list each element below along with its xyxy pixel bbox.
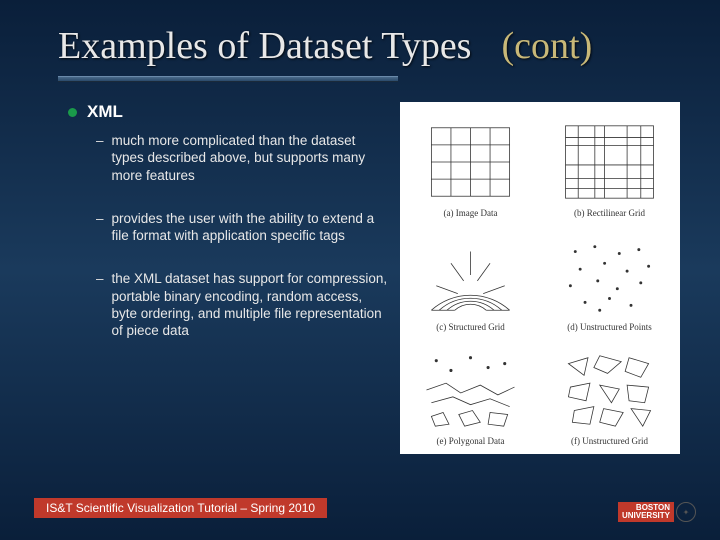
list-item-text: provides the user with the ability to ex… xyxy=(112,210,388,245)
bullet-icon xyxy=(68,108,77,117)
figure-cell-unstructured-points: (d) Unstructured Points xyxy=(545,224,674,332)
figure-cell-polygonal: (e) Polygonal Data xyxy=(406,338,535,446)
figure-caption: (c) Structured Grid xyxy=(436,322,504,332)
figure-cell-structured: (c) Structured Grid xyxy=(406,224,535,332)
rectilinear-grid-icon xyxy=(545,118,674,206)
figure-caption: (e) Polygonal Data xyxy=(437,436,505,446)
list-item-text: much more complicated than the dataset t… xyxy=(112,132,388,184)
bullet-heading: XML xyxy=(87,102,123,122)
figure-cell-image-data: (a) Image Data xyxy=(406,110,535,218)
figure-caption: (d) Unstructured Points xyxy=(567,322,652,332)
figure-cell-rectilinear: (b) Rectilinear Grid xyxy=(545,110,674,218)
figure-panel: (a) Image Data (b) Rectilinear Grid xyxy=(400,102,680,454)
slide-title-cont: (cont) xyxy=(501,24,592,68)
figure-caption: (a) Image Data xyxy=(444,208,498,218)
list-item: – provides the user with the ability to … xyxy=(96,210,388,245)
text-column: XML – much more complicated than the dat… xyxy=(68,102,388,454)
structured-grid-icon xyxy=(406,232,535,320)
slide-title: Examples of Dataset Types xyxy=(58,24,471,68)
footer-bar: IS&T Scientific Visualization Tutorial –… xyxy=(34,498,327,518)
figure-caption: (f) Unstructured Grid xyxy=(571,436,648,446)
dash-icon: – xyxy=(96,210,104,245)
list-item-text: the XML dataset has support for compress… xyxy=(112,270,388,339)
polygonal-data-icon xyxy=(406,346,535,434)
sub-bullet-list: – much more complicated than the dataset… xyxy=(96,132,388,339)
logo-line2: UNIVERSITY xyxy=(622,512,670,520)
bullet-heading-row: XML xyxy=(68,102,388,122)
logo-text: BOSTON UNIVERSITY xyxy=(618,502,674,522)
logo-seal-icon: ✦ xyxy=(676,502,696,522)
unstructured-points-icon xyxy=(545,232,674,320)
content-area: XML – much more complicated than the dat… xyxy=(0,82,720,454)
list-item: – much more complicated than the dataset… xyxy=(96,132,388,184)
unstructured-grid-icon xyxy=(545,346,674,434)
university-logo: BOSTON UNIVERSITY ✦ xyxy=(618,502,696,522)
figure-caption: (b) Rectilinear Grid xyxy=(574,208,645,218)
figure-cell-unstructured-grid: (f) Unstructured Grid xyxy=(545,338,674,446)
dash-icon: – xyxy=(96,132,104,184)
slide-title-row: Examples of Dataset Types (cont) xyxy=(0,0,720,76)
dash-icon: – xyxy=(96,270,104,339)
list-item: – the XML dataset has support for compre… xyxy=(96,270,388,339)
image-data-icon xyxy=(406,118,535,206)
